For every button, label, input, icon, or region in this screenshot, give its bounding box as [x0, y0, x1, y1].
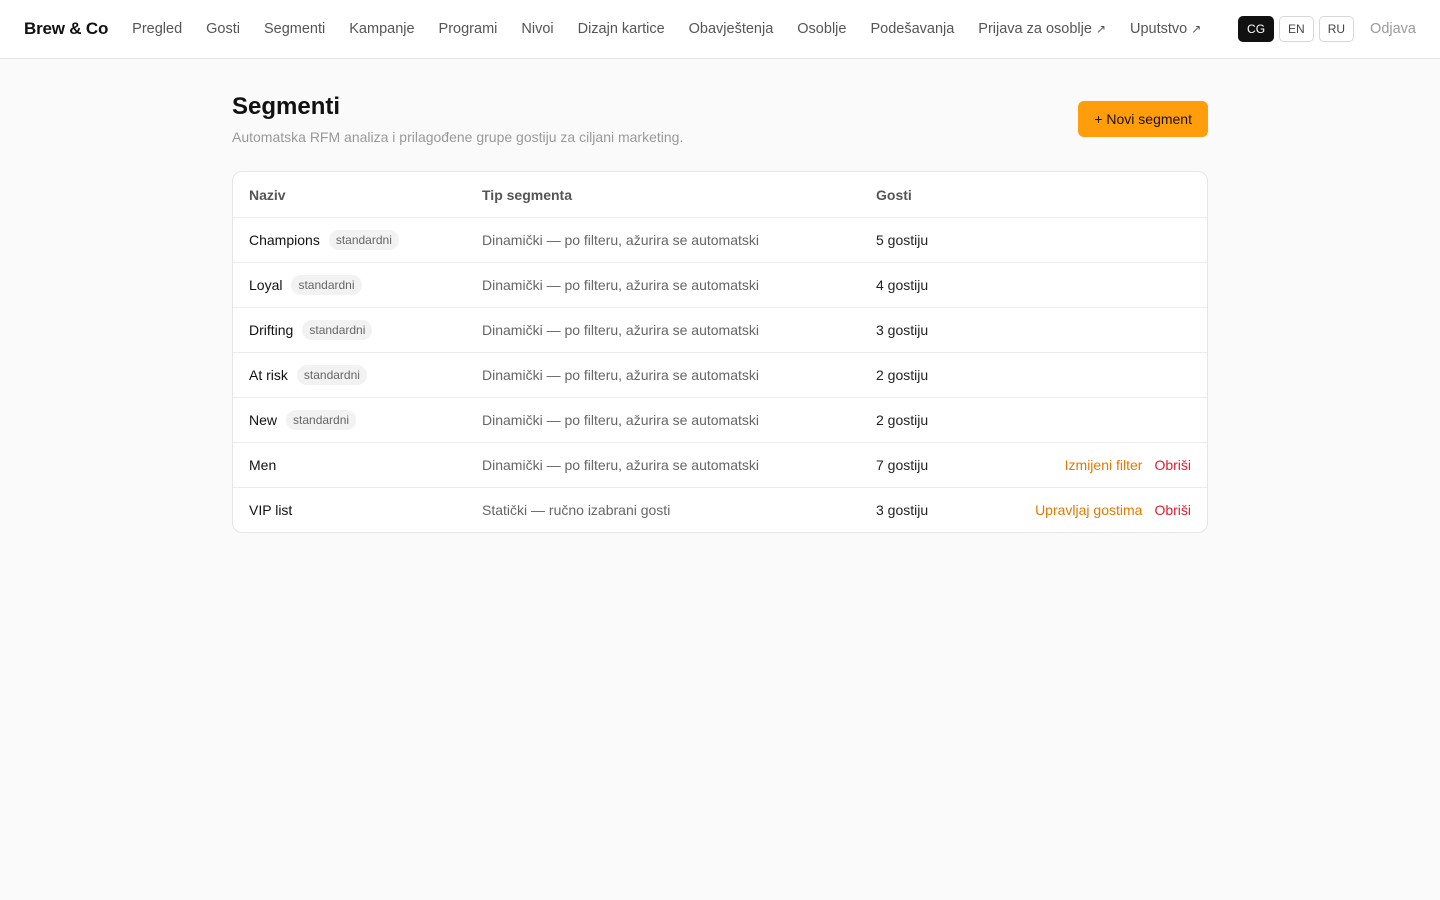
nav-item-podesavanja[interactable]: Podešavanja	[870, 21, 954, 37]
lang-button-ru[interactable]: RU	[1318, 16, 1355, 42]
column-header-count: Gosti	[876, 186, 912, 203]
segment-name: Men	[249, 457, 277, 473]
nav-item-osoblje[interactable]: Osoblje	[797, 21, 846, 37]
segment-name-cell: Champions standardni	[249, 230, 482, 250]
segment-name-cell: Drifting standardni	[249, 320, 482, 340]
segment-type-cell: Statički — ručno izabrani gosti	[482, 502, 671, 518]
guest-count-cell: 3 gostiju	[876, 322, 929, 338]
nav-item-nivoi[interactable]: Nivoi	[521, 21, 553, 37]
segment-name-cell: Men	[249, 457, 482, 473]
segment-name-cell: At risk standardni	[249, 365, 482, 385]
page-header: Segmenti Automatska RFM analiza i prilag…	[232, 93, 1208, 145]
manage-guests-link[interactable]: Upravljaj gostima	[1035, 502, 1142, 518]
top-navigation: Brew & Co Pregled Gosti Segmenti Kampanj…	[0, 0, 1440, 59]
segment-type-cell: Dinamički — po filteru, ažurira se autom…	[482, 457, 759, 473]
segment-type-cell: Dinamički — po filteru, ažurira se autom…	[482, 367, 759, 383]
brand-logo[interactable]: Brew & Co	[24, 19, 108, 39]
table-row[interactable]: VIP list Statički — ručno izabrani gosti 3…	[233, 487, 1207, 532]
segment-type-cell: Dinamički — po filteru, ažurira se autom…	[482, 412, 759, 428]
nav-item-gosti[interactable]: Gosti	[206, 21, 240, 37]
segment-name: At risk	[249, 367, 288, 383]
table-body: Champions standardni Dinamički — po filter…	[233, 217, 1207, 532]
standard-badge: standardni	[286, 410, 357, 430]
main-content: Segmenti Automatska RFM analiza i prilag…	[232, 59, 1208, 533]
row-actions-cell: Upravljaj gostima Obriši	[996, 502, 1191, 518]
segment-type-cell: Dinamički — po filteru, ažurira se autom…	[482, 232, 759, 248]
nav-item-obavjestenja[interactable]: Obavještenja	[689, 21, 774, 37]
guest-count-cell: 4 gostiju	[876, 277, 929, 293]
segment-type-cell: Dinamički — po filteru, ažurira se autom…	[482, 322, 759, 338]
segment-type-cell: Dinamički — po filteru, ažurira se autom…	[482, 277, 759, 293]
segments-table: Naziv Tip segmenta Gosti Champions standa…	[232, 171, 1208, 533]
nav-item-label: Prijava za osoblje	[978, 21, 1092, 37]
edit-filter-link[interactable]: Izmijeni filter	[1065, 457, 1143, 473]
external-link-icon: ↗	[1191, 22, 1202, 36]
new-segment-button[interactable]: + Novi segment	[1078, 101, 1208, 137]
delete-link[interactable]: Obriši	[1154, 502, 1191, 518]
external-link-icon: ↗	[1095, 22, 1107, 36]
guest-count-cell: 7 gostiju	[876, 457, 929, 473]
table-row[interactable]: Men Dinamički — po filteru, ažurira se au…	[233, 442, 1207, 487]
table-row[interactable]: Drifting standardni Dinamički — po filteru…	[233, 307, 1207, 352]
segment-name: Champions	[249, 232, 320, 248]
table-row[interactable]: New standardni Dinamički — po filteru, ažu…	[233, 397, 1207, 442]
nav-item-kampanje[interactable]: Kampanje	[349, 21, 414, 37]
logout-link[interactable]: Odjava	[1370, 21, 1416, 37]
nav-item-programi[interactable]: Programi	[439, 21, 498, 37]
standard-badge: standardni	[296, 365, 367, 385]
table-row[interactable]: Loyal standardni Dinamički — po filteru, a…	[233, 262, 1207, 307]
segment-name: Loyal	[249, 277, 283, 293]
nav-item-label: Uputstvo	[1130, 21, 1188, 37]
segment-name: Drifting	[249, 322, 294, 338]
lang-button-en[interactable]: EN	[1279, 16, 1314, 42]
page-heading-group: Segmenti Automatska RFM analiza i prilag…	[232, 93, 683, 145]
nav-item-dizajn-kartice[interactable]: Dizajn kartice	[578, 21, 665, 37]
column-header-name: Naziv	[249, 186, 286, 203]
table-header-row: Naziv Tip segmenta Gosti	[233, 172, 1207, 217]
segment-name: New	[249, 412, 278, 428]
segment-name: VIP list	[249, 502, 293, 518]
segment-name-cell: Loyal standardni	[249, 275, 482, 295]
column-header-type: Tip segmenta	[482, 186, 572, 203]
guest-count-cell: 3 gostiju	[876, 502, 929, 518]
nav-item-segmenti[interactable]: Segmenti	[264, 21, 325, 37]
guest-count-cell: 2 gostiju	[876, 367, 929, 383]
guest-count-cell: 2 gostiju	[876, 412, 929, 428]
page-title: Segmenti	[232, 93, 341, 120]
nav-item-uputstvo[interactable]: Uputstvo ↗	[1130, 21, 1201, 37]
guest-count-cell: 5 gostiju	[876, 232, 929, 248]
main-nav: Pregled Gosti Segmenti Kampanje Programi…	[132, 21, 1225, 37]
nav-item-prijava-za-osoblje[interactable]: Prijava za osoblje ↗	[978, 21, 1106, 37]
nav-item-pregled[interactable]: Pregled	[132, 21, 182, 37]
row-actions-cell: Izmijeni filter Obriši	[996, 457, 1191, 473]
table-row[interactable]: At risk standardni Dinamički — po filteru,…	[233, 352, 1207, 397]
nav-right-controls: CG EN RU Odjava	[1233, 0, 1416, 58]
page-subtitle: Automatska RFM analiza i prilagođene gru…	[232, 129, 684, 145]
segment-name-cell: VIP list	[249, 502, 482, 518]
standard-badge: standardni	[291, 275, 362, 295]
standard-badge: standardni	[302, 320, 373, 340]
standard-badge: standardni	[328, 230, 399, 250]
delete-link[interactable]: Obriši	[1154, 457, 1191, 473]
table-row[interactable]: Champions standardni Dinamički — po filter…	[233, 217, 1207, 262]
lang-button-cg[interactable]: CG	[1238, 16, 1275, 42]
segment-name-cell: New standardni	[249, 410, 482, 430]
